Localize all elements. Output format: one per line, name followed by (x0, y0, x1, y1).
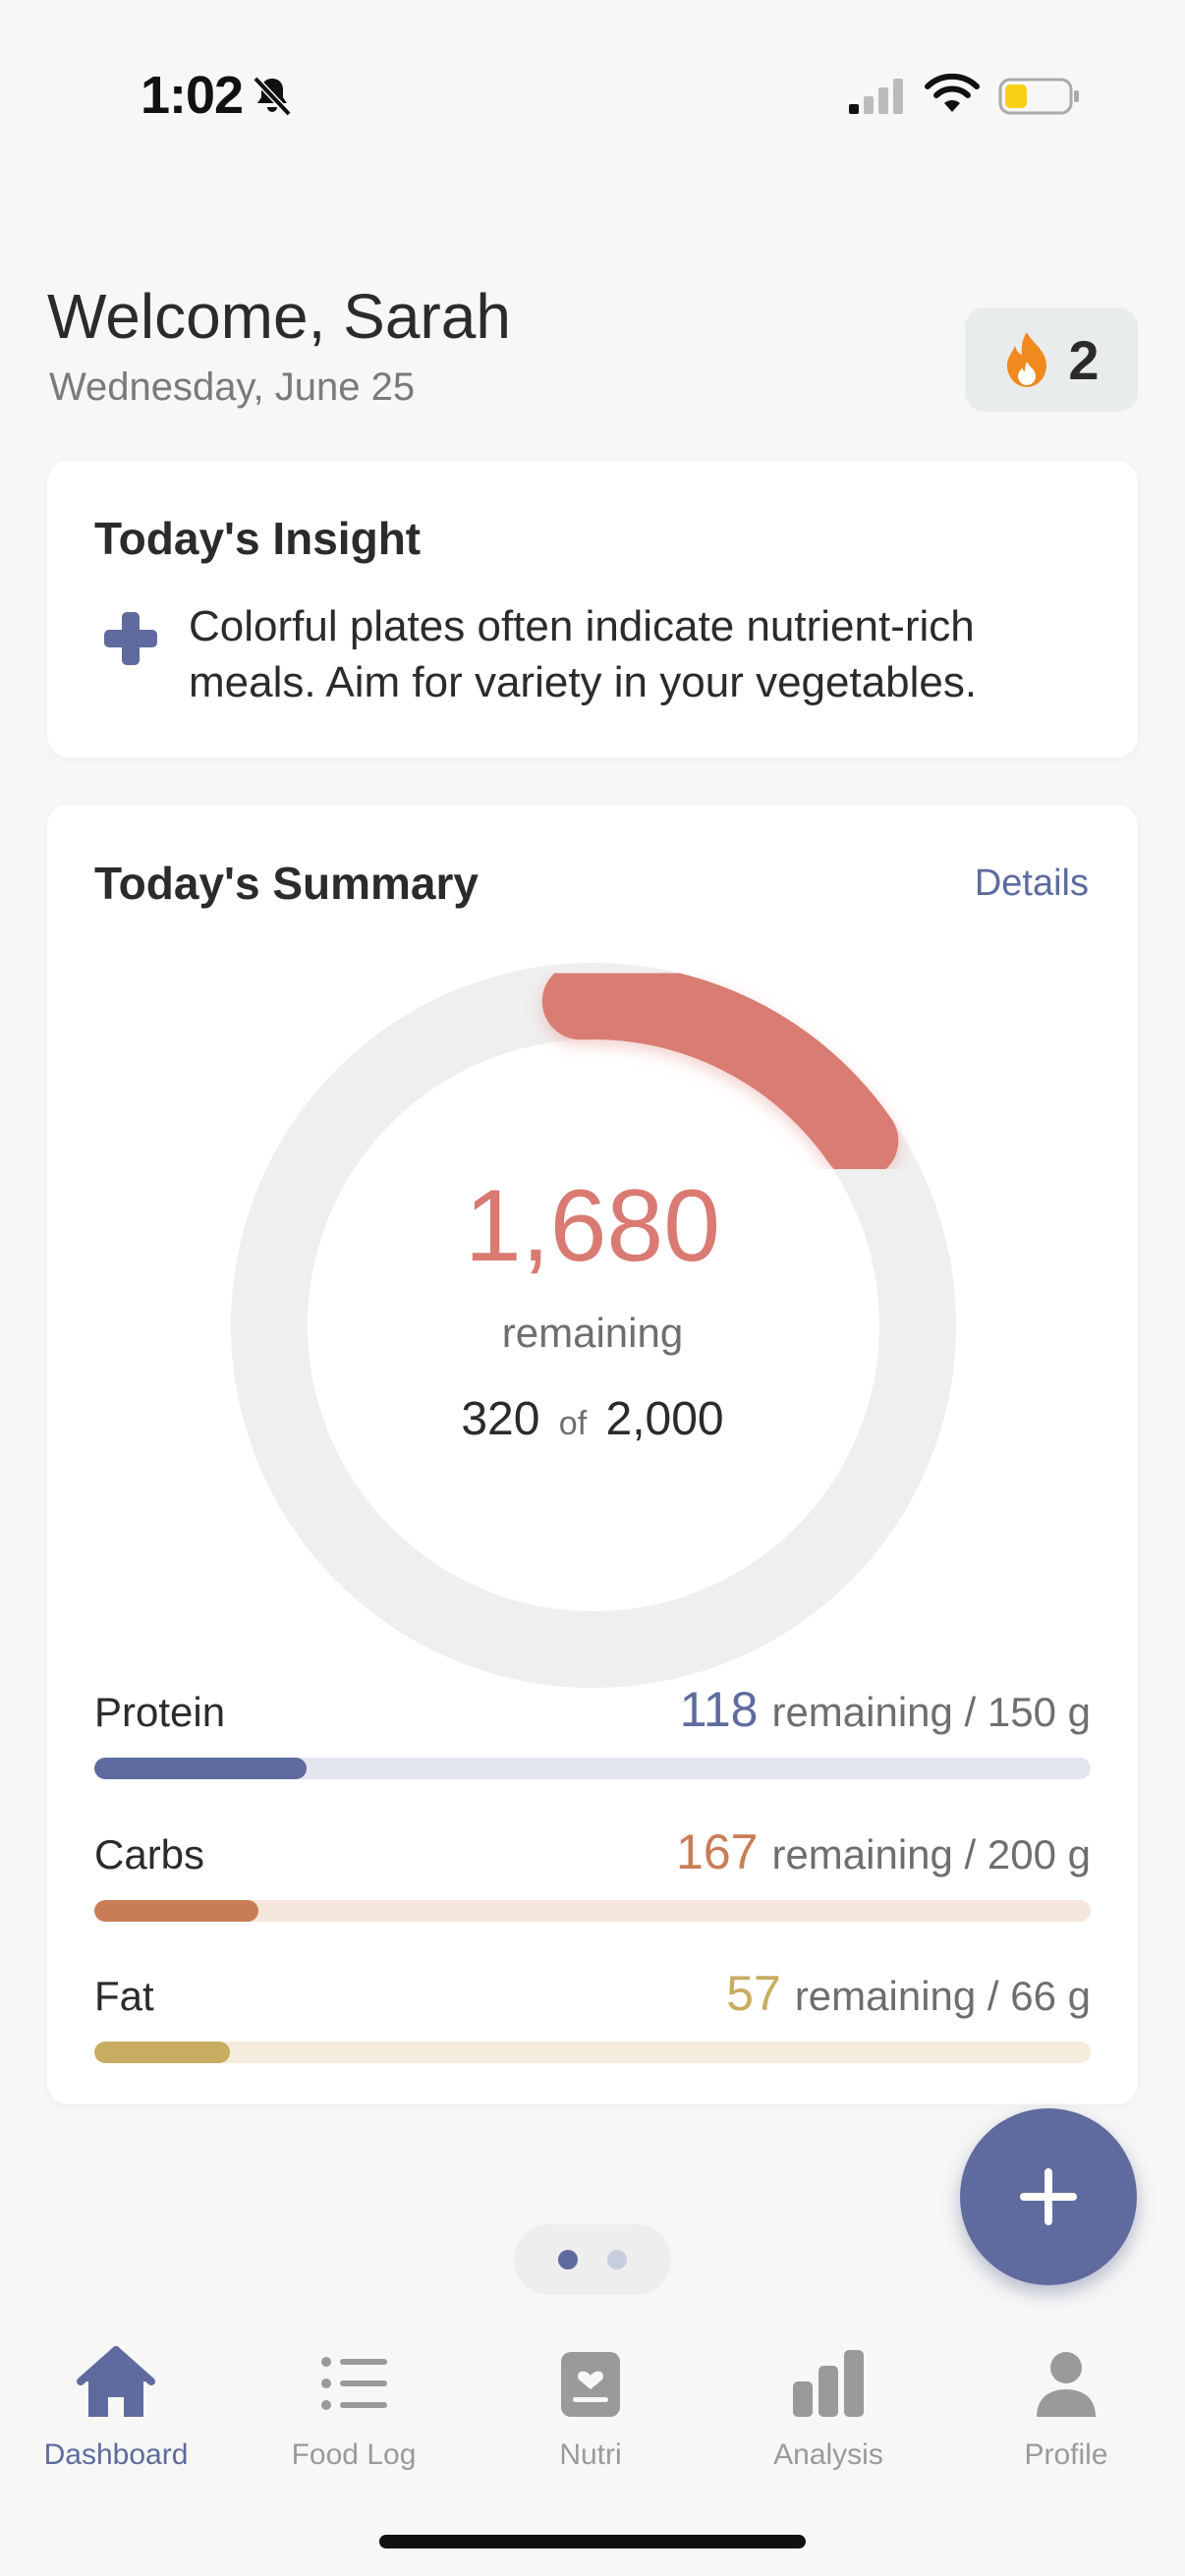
tab-analysis[interactable]: Analysis (720, 2338, 936, 2495)
person-icon (1037, 2352, 1096, 2417)
list-icon (321, 2357, 387, 2410)
macro-remaining-value: 57 (726, 1966, 781, 2021)
calories-consumed: 320 (461, 1393, 540, 1445)
battery-low-icon (998, 78, 1079, 115)
calories-remaining-value: 1,680 (464, 1169, 721, 1283)
summary-card: Today's Summary Details 1,680 remaining … (47, 805, 1138, 2104)
tab-nutri[interactable]: Nutri (482, 2338, 699, 2495)
insight-title: Today's Insight (94, 513, 422, 564)
streak-count: 2 (1068, 328, 1100, 391)
macro-progress-fill (94, 2042, 230, 2063)
macro-remaining-detail: remaining / 200 g (771, 1831, 1091, 1877)
flame-icon (1007, 332, 1047, 387)
tab-profile[interactable]: Profile (958, 2338, 1174, 2495)
cellular-signal-icon (849, 79, 903, 114)
macro-progress-track (94, 1900, 1091, 1922)
add-food-button[interactable] (960, 2108, 1137, 2285)
bell-slash-icon (253, 76, 292, 117)
details-link[interactable]: Details (975, 863, 1089, 905)
nutri-card-icon (561, 2352, 620, 2417)
macro-name: Carbs (94, 1831, 205, 1877)
of-word: of (558, 1405, 588, 1442)
tab-dashboard[interactable]: Dashboard (8, 2338, 224, 2495)
summary-title: Today's Summary (94, 858, 479, 909)
welcome-title: Welcome, Sarah (47, 281, 511, 352)
tab-food-log[interactable]: Food Log (246, 2338, 462, 2495)
macro-progress-track (94, 1758, 1091, 1779)
macro-remaining-value: 167 (676, 1824, 759, 1879)
macro-name: Protein (94, 1689, 226, 1735)
plus-icon (1020, 2168, 1077, 2225)
tab-label: Analysis (773, 2438, 883, 2471)
macro-remaining-value: 118 (679, 1682, 759, 1737)
macro-fat[interactable]: Fat 57 remaining / 66 g (94, 1965, 1091, 2063)
streak-badge[interactable]: 2 (965, 308, 1138, 412)
macro-name: Fat (94, 1973, 154, 2019)
insight-text: Colorful plates often indicate nutrient-… (189, 602, 978, 706)
calories-consumed-line: 320 of 2,000 (47, 1392, 1138, 1446)
bar-chart-icon (793, 2350, 864, 2417)
calorie-ring-progress (541, 963, 899, 1180)
tab-label: Nutri (559, 2438, 622, 2471)
calories-remaining-label: remaining (501, 1310, 684, 1356)
tab-label: Food Log (291, 2438, 417, 2471)
wifi-icon (925, 73, 980, 112)
page-dot[interactable] (607, 2250, 627, 2269)
page-indicator[interactable] (514, 2224, 671, 2295)
page-dot-active[interactable] (558, 2250, 578, 2269)
status-bar: 1:02 (0, 0, 1185, 196)
macro-remaining-detail: remaining / 150 g (771, 1689, 1091, 1735)
current-date: Wednesday, June 25 (49, 365, 416, 409)
status-time: 1:02 (141, 66, 244, 125)
home-icon (77, 2346, 155, 2417)
macro-carbs[interactable]: Carbs 167 remaining / 200 g (94, 1823, 1091, 1922)
macro-progress-track (94, 2042, 1091, 2063)
macro-protein[interactable]: Protein 118 remaining / 150 g (94, 1681, 1091, 1779)
macro-progress-fill (94, 1758, 307, 1779)
macro-progress-fill (94, 1900, 259, 1922)
home-indicator (379, 2535, 806, 2548)
tab-label: Profile (1024, 2438, 1108, 2471)
tab-label: Dashboard (43, 2438, 189, 2471)
bottom-tab-bar: Dashboard Food Log Nutri Analysis Profil… (0, 2338, 1185, 2495)
calories-goal: 2,000 (605, 1393, 724, 1445)
insight-card: Today's Insight Colorful plates often in… (47, 461, 1138, 757)
plus-cross-icon (104, 612, 157, 665)
macro-remaining-detail: remaining / 66 g (794, 1973, 1091, 2019)
